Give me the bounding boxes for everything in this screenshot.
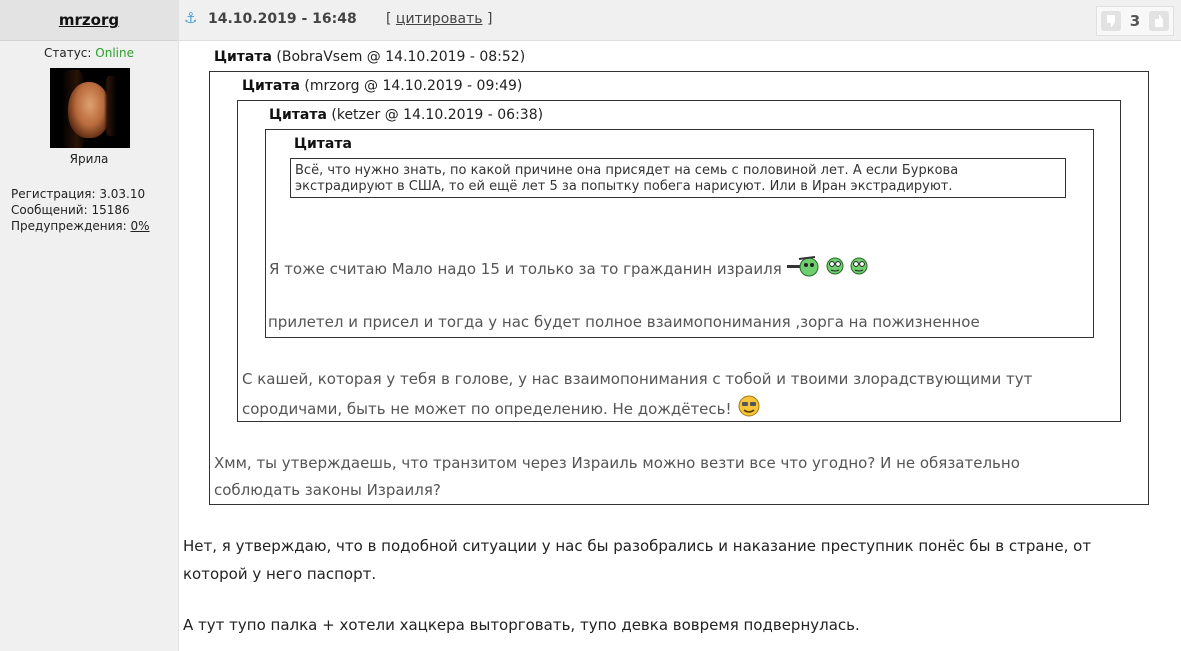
registration-date: Регистрация: 3.03.10	[11, 187, 146, 201]
quote-1-meta: (BobraVsem @ 14.10.2019 - 08:52)	[276, 49, 526, 65]
quote-2-text-2: сородичами, быть не может по определению…	[242, 393, 762, 426]
quote-1-text-1: Хмм, ты утверждаешь, что транзитом через…	[214, 454, 1020, 472]
rating-value: 3	[1129, 12, 1141, 30]
quote-3-label: Цитата	[269, 107, 327, 123]
quote-2-meta: (mrzorg @ 14.10.2019 - 09:49)	[304, 78, 523, 94]
quote-4-label: Цитата	[294, 136, 352, 152]
user-panel: mrzorg Статус: Online Ярила Регистрация:…	[0, 0, 179, 651]
quote-2-title: Цитата (mrzorg @ 14.10.2019 - 09:49)	[242, 78, 522, 94]
quote-button[interactable]: цитировать	[396, 11, 483, 27]
warnings-value-link[interactable]: 0%	[131, 219, 150, 233]
rating-box: 3	[1096, 6, 1174, 36]
quote-2-label: Цитата	[242, 78, 300, 94]
quote-4-line-2: экстрадируют в США, то ей ещё лет 5 за п…	[295, 179, 953, 194]
cool-smiley-icon	[736, 393, 762, 426]
quote-3-text-1-content: Я тоже считаю Мало надо 15 и только за т…	[269, 260, 782, 278]
post-body-line-1: Нет, я утверждаю, что в подобной ситуаци…	[183, 537, 1092, 555]
warnings: Предупреждения: 0%	[11, 218, 178, 234]
quote-action: [ цитировать ]	[386, 11, 493, 27]
quote-2-text-2-content: сородичами, быть не может по определению…	[242, 400, 732, 418]
quote-3-meta: (ketzer @ 14.10.2019 - 06:38)	[331, 107, 544, 123]
quote-3-title: Цитата (ketzer @ 14.10.2019 - 06:38)	[269, 107, 543, 123]
forum-post: mrzorg Статус: Online Ярила Регистрация:…	[0, 0, 1181, 651]
username-link[interactable]: mrzorg	[59, 11, 119, 29]
quote-4-box: Всё, что нужно знать, по какой причине о…	[290, 158, 1066, 198]
quote-1-title: Цитата (BobraVsem @ 14.10.2019 - 08:52)	[214, 49, 525, 65]
status-label: Статус:	[43, 46, 92, 60]
user-title: Ярила	[69, 152, 109, 166]
avatar[interactable]	[50, 68, 130, 148]
warnings-label: Предупреждения:	[11, 219, 127, 233]
avatar-hair-right	[104, 76, 122, 136]
thumb-down-icon[interactable]	[1101, 11, 1121, 31]
user-status: Статус: Online	[0, 46, 178, 60]
post-date: 14.10.2019 - 16:48	[208, 11, 357, 27]
quote-4-line-1: Всё, что нужно знать, по какой причине о…	[295, 163, 959, 178]
anchor-icon[interactable]: ⚓	[184, 9, 200, 27]
sniper-smiley-icon	[786, 253, 873, 286]
user-stats: Регистрация: 3.03.10 Сообщений: 15186 Пр…	[11, 186, 178, 234]
quote-3-text-1: Я тоже считаю Мало надо 15 и только за т…	[269, 253, 873, 286]
quote-4-title: Цитата	[294, 136, 352, 152]
quote-1-label: Цитата	[214, 49, 272, 65]
user-header: mrzorg	[0, 0, 178, 41]
quote-1-text-2: соблюдать законы Израиля?	[214, 481, 441, 499]
post-body-line-3: А тут тупо палка + хотели хацкера выторг…	[183, 616, 860, 634]
message-count: Сообщений: 15186	[11, 203, 130, 217]
status-online: Online	[95, 46, 134, 60]
quote-2-text-1: С кашей, которая у тебя в голове, у нас …	[242, 370, 1033, 388]
thumb-up-icon[interactable]	[1149, 11, 1169, 31]
post-body-line-2: которой у него паспорт.	[183, 565, 377, 583]
quote-3-text-2: прилетел и присел и тогда у нас будет по…	[268, 313, 980, 331]
